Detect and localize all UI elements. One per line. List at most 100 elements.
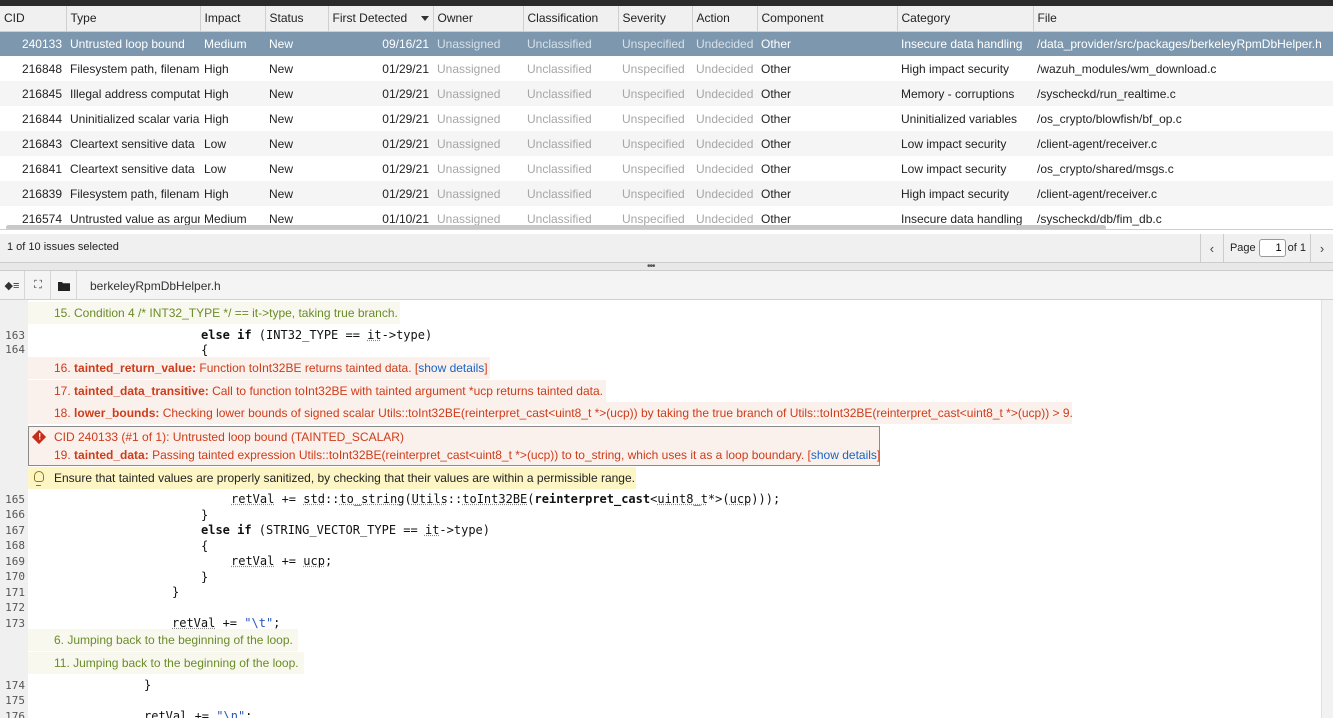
cell-file: /wazuh_modules/wm_download.c: [1037, 61, 1217, 76]
cell-cid: 216844: [21, 111, 62, 126]
cell-status: New: [269, 61, 294, 76]
issue-row[interactable]: 216841 Cleartext sensitive data Low New …: [0, 156, 1333, 181]
cell-severity: Unspecified: [618, 131, 692, 156]
pager-divider: [1222, 234, 1224, 262]
cell-action: Undecided: [696, 161, 754, 176]
cell-impact: High: [200, 81, 265, 106]
outline-toggle-button[interactable]: ◆≡: [0, 271, 25, 300]
cell-first-detected: 01/29/21: [382, 61, 429, 76]
cell-type: Filesystem path, filename: [70, 61, 200, 76]
previous-page-button[interactable]: ‹: [1201, 234, 1223, 262]
cell-cid: 216843: [0, 131, 66, 156]
event-bracket: ]: [876, 448, 881, 462]
cell-type: Illegal address computation: [66, 81, 200, 106]
cell-impact: Medium: [200, 31, 265, 56]
cell-component: Other: [757, 81, 897, 106]
cell-type: Untrusted loop bound: [66, 31, 200, 56]
main-event-box: ! CID 240133 (#1 of 1): Untrusted loop b…: [28, 426, 880, 466]
issue-row[interactable]: 216844 Uninitialized scalar variable Hig…: [0, 106, 1333, 131]
cell-category: Low impact security: [897, 131, 1033, 156]
cell-first-detected: 01/29/21: [382, 111, 429, 126]
cell-file: /client-agent/receiver.c: [1033, 181, 1333, 206]
cell-owner: Unassigned: [433, 31, 523, 56]
issue-row[interactable]: 216839 Filesystem path, filename High Ne…: [0, 181, 1333, 206]
splitter-grip-icon: •••: [647, 261, 655, 272]
column-header-category[interactable]: Category: [897, 6, 1034, 32]
cell-action: Undecided: [692, 181, 757, 206]
code-line: retVal += ucp;: [231, 554, 333, 568]
cell-severity: Unspecified: [618, 31, 692, 56]
event-lower-bounds: 18. lower_bounds: Checking lower bounds …: [28, 402, 1073, 424]
cell-type: Filesystem path, filename: [66, 181, 200, 206]
column-header-status[interactable]: Status: [265, 6, 329, 32]
column-header-classification[interactable]: Classification: [523, 6, 619, 32]
pager: ‹ Page of 1 ›: [1199, 234, 1333, 262]
remediation-advice: Ensure that tainted values are properly …: [28, 467, 636, 489]
column-header-first-detected-label: First Detected: [332, 11, 408, 26]
lightbulb-icon: [34, 471, 44, 486]
column-header-action[interactable]: Action: [692, 6, 758, 32]
cell-file: /os_crypto/blowfish/bf_op.c: [1037, 111, 1182, 126]
line-number: 167: [5, 524, 25, 537]
column-header-severity[interactable]: Severity: [618, 6, 693, 32]
cell-status: New: [269, 161, 294, 176]
event-text: Function toInt32BE returns tainted data.…: [199, 361, 419, 375]
column-header-type[interactable]: Type: [66, 6, 201, 32]
maximize-button[interactable]: ⛶: [26, 271, 51, 300]
cell-impact: Low: [200, 131, 265, 156]
cell-owner: Unassigned: [433, 81, 523, 106]
line-number: 173: [5, 617, 25, 630]
cell-category: Uninitialized variables: [901, 111, 1018, 126]
show-details-link[interactable]: show details: [418, 361, 484, 375]
issue-row[interactable]: 216843 Cleartext sensitive data Low New …: [0, 131, 1333, 156]
event-number: 16.: [54, 361, 71, 375]
line-number: 170: [5, 570, 25, 583]
pane-splitter[interactable]: •••: [0, 261, 1333, 272]
line-number: 165: [5, 493, 25, 506]
issue-row[interactable]: 216848 Filesystem path, filename High Ne…: [0, 56, 1333, 81]
column-header-first-detected[interactable]: First Detected: [328, 6, 434, 32]
cell-impact: High: [204, 111, 229, 126]
selection-count: 1 of 10 issues selected: [7, 241, 119, 253]
cell-type: Cleartext sensitive data: [66, 131, 200, 156]
cell-owner: Unassigned: [437, 161, 501, 176]
column-header-component[interactable]: Component: [757, 6, 898, 32]
column-header-impact[interactable]: Impact: [200, 6, 266, 32]
cell-impact: High: [200, 181, 265, 206]
line-number: 163: [5, 329, 25, 342]
defect-icon: !: [31, 429, 47, 445]
show-details-link[interactable]: show details: [811, 448, 877, 462]
issue-row[interactable]: 216845 Illegal address computation High …: [0, 81, 1333, 106]
page-number-input[interactable]: [1258, 239, 1286, 257]
cell-classification: Unclassified: [523, 31, 618, 56]
cell-severity: Unspecified: [622, 111, 685, 126]
cell-classification: Unclassified: [527, 111, 592, 126]
cell-classification: Unclassified: [527, 161, 592, 176]
status-bar: 1 of 10 issues selected ‹ Page of 1 ›: [0, 234, 1333, 262]
cell-category: High impact security: [897, 181, 1033, 206]
expand-icon: ⛶: [34, 279, 42, 291]
source-file-name: berkeleyRpmDbHelper.h: [90, 279, 221, 293]
cell-status: New: [265, 81, 328, 106]
cell-classification: Unclassified: [523, 81, 618, 106]
column-header-file[interactable]: File: [1033, 6, 1333, 32]
cell-first-detected: 01/29/21: [328, 181, 433, 206]
cell-impact: Low: [204, 161, 227, 176]
column-header-owner[interactable]: Owner: [433, 6, 524, 32]
event-text: Passing tainted expression Utils::toInt3…: [152, 448, 811, 462]
cell-file: /os_crypto/shared/msgs.c: [1037, 161, 1174, 176]
cell-classification: Unclassified: [523, 181, 618, 206]
issue-row-selected[interactable]: 240133 Untrusted loop bound Medium New 0…: [0, 31, 1333, 56]
code-line: }: [144, 678, 152, 692]
browse-folder-button[interactable]: [52, 271, 77, 300]
code-line: {: [201, 343, 209, 357]
cell-status: New: [265, 181, 328, 206]
source-pane: 15. Condition 4 /* INT32_TYPE */ == it->…: [0, 300, 1333, 718]
cell-severity: Unspecified: [618, 81, 692, 106]
cell-first-detected: 01/29/21: [382, 161, 429, 176]
event-number: 19.: [54, 448, 71, 462]
cell-action: Undecided: [692, 81, 757, 106]
next-page-button[interactable]: ›: [1311, 234, 1333, 262]
vertical-scrollbar[interactable]: [1321, 300, 1333, 718]
column-header-cid[interactable]: CID: [0, 6, 67, 32]
